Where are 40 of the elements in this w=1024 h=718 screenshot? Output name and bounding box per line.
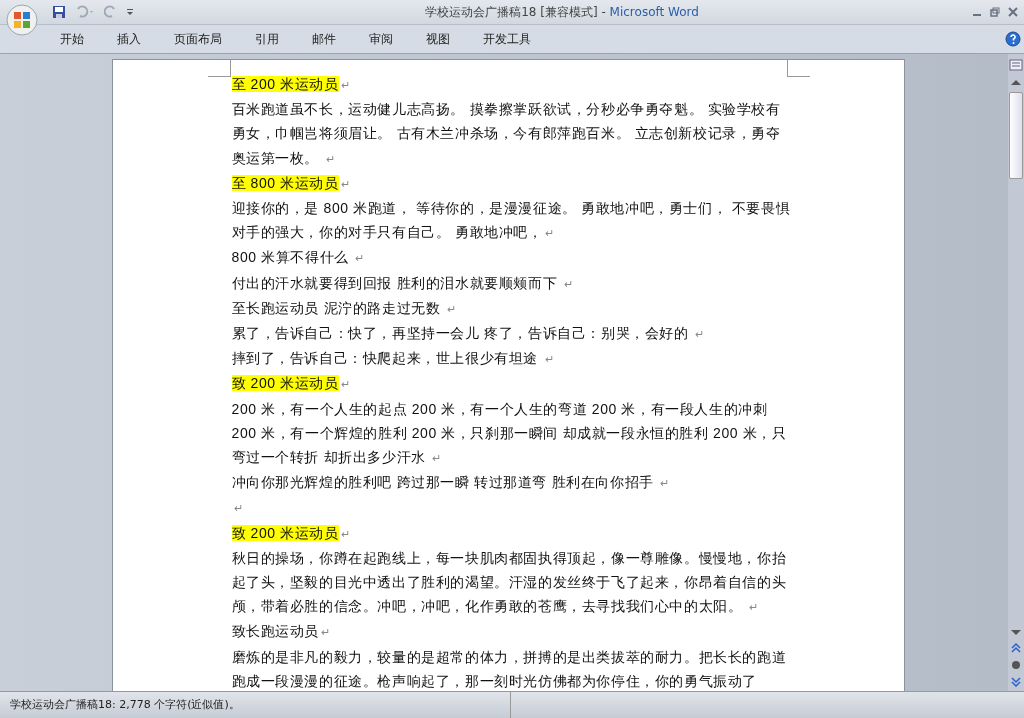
paragraph-text: 致长跑运动员↵: [231, 623, 331, 640]
paragraph-text: 迎接你的，是 800 米跑道， 等待你的，是漫漫征途。 勇敢地冲吧，勇士们， 不要畏惧对手的强大，你的对手只有自己。 勇敢地冲吧，↵: [231, 200, 791, 241]
paragraph-text: 付出的汗水就要得到回报 胜利的泪水就要顺颊而下 ↵: [231, 274, 574, 291]
scroll-down-icon[interactable]: [1010, 629, 1022, 637]
paragraph-text: 摔到了，告诉自己：快爬起来，世上很少有坦途 ↵: [231, 350, 555, 367]
highlighted-heading: 至 200 米运动员↵: [231, 76, 351, 92]
window-title: 学校运动会广播稿18 [兼容模式] - Microsoft Word: [424, 3, 700, 21]
ribbon-tab[interactable]: 开发工具: [471, 28, 543, 50]
paragraph-text: 冲向你那光辉煌的胜利吧 跨过那一瞬 转过那道弯 胜利在向你招手 ↵: [231, 474, 670, 491]
highlighted-heading: 致 200 米运动员↵: [231, 375, 351, 392]
crop-mark: [786, 60, 810, 77]
paragraph-text: 磨炼的是非凡的毅力，较量的是超常的体力，拼搏的是出类拔萃的耐力。把长长的跑道跑成一段漫漫的征途。枪声响起了，那一刻时光仿佛都为你停住，你的勇气振动了: [231, 648, 787, 689]
ribbon-tab[interactable]: 视图: [414, 28, 462, 50]
next-page-icon[interactable]: [1010, 677, 1022, 687]
ribbon-tab[interactable]: 插入: [105, 28, 153, 50]
customize-icon[interactable]: [126, 8, 134, 16]
paragraph-text: 累了，告诉自己：快了，再坚持一会儿 疼了，告诉自己：别哭，会好的 ↵: [231, 325, 705, 342]
ribbon-tab[interactable]: 页面布局: [162, 28, 234, 50]
paragraph-text: 至长跑运动员 泥泞的路走过无数 ↵: [231, 299, 457, 316]
highlighted-heading: 致 200 米运动员↵: [231, 524, 351, 541]
browse-object-icon[interactable]: [1010, 659, 1022, 671]
paragraph-text: 800 米算不得什么 ↵: [231, 249, 365, 266]
ruler-icon[interactable]: [1009, 58, 1023, 72]
help-icon[interactable]: [1005, 31, 1021, 47]
close-icon[interactable]: [1008, 7, 1018, 17]
restore-icon[interactable]: [990, 7, 1000, 17]
ribbon-tab[interactable]: 邮件: [300, 28, 348, 50]
paragraph-text: 秋日的操场，你蹲在起跑线上，每一块肌肉都固执得顶起，像一尊雕像。慢慢地，你抬起了头，坚毅的目光中透出了胜利的渴望。汗湿的发丝终于飞了起来，你昂着自信的头颅，带着必胜的信念。冲吧，冲吧，化作勇敢的苍鹰，去寻找我们心中的太阳。 ↵: [231, 549, 787, 615]
scroll-thumb[interactable]: [1009, 92, 1023, 179]
highlighted-heading: 至 800 米运动员↵: [231, 174, 351, 191]
scroll-up-icon[interactable]: [1010, 78, 1022, 86]
ribbon-tab[interactable]: 审阅: [357, 28, 405, 50]
ribbon-tab[interactable]: 开始: [48, 28, 96, 50]
ribbon-tab[interactable]: 引用: [243, 28, 291, 50]
paragraph-text: 200 米，有一个人生的起点 200 米，有一个人生的弯道 200 米，有一段人生的冲刺 200 米，有一个辉煌的胜利 200 米，只刹那一瞬间 却成就一段永恒的胜利 200 米，只弯过一个转折 却折出多少汗水 ↵: [231, 400, 787, 466]
save-icon[interactable]: [52, 5, 66, 19]
crop-mark: [207, 60, 231, 77]
previous-page-icon[interactable]: [1010, 643, 1022, 653]
paragraph-mark: ↵: [233, 502, 244, 515]
paragraph-text: 百米跑道虽不长，运动健儿志高扬。 摸拳擦掌跃欲试，分秒必争勇夺魁。 实验学校有勇女，巾帼岂将须眉让。 古有木兰冲杀场，今有郎萍跑百米。 立志创新校记录，勇夺奥运第一枚。 ↵: [231, 101, 781, 166]
